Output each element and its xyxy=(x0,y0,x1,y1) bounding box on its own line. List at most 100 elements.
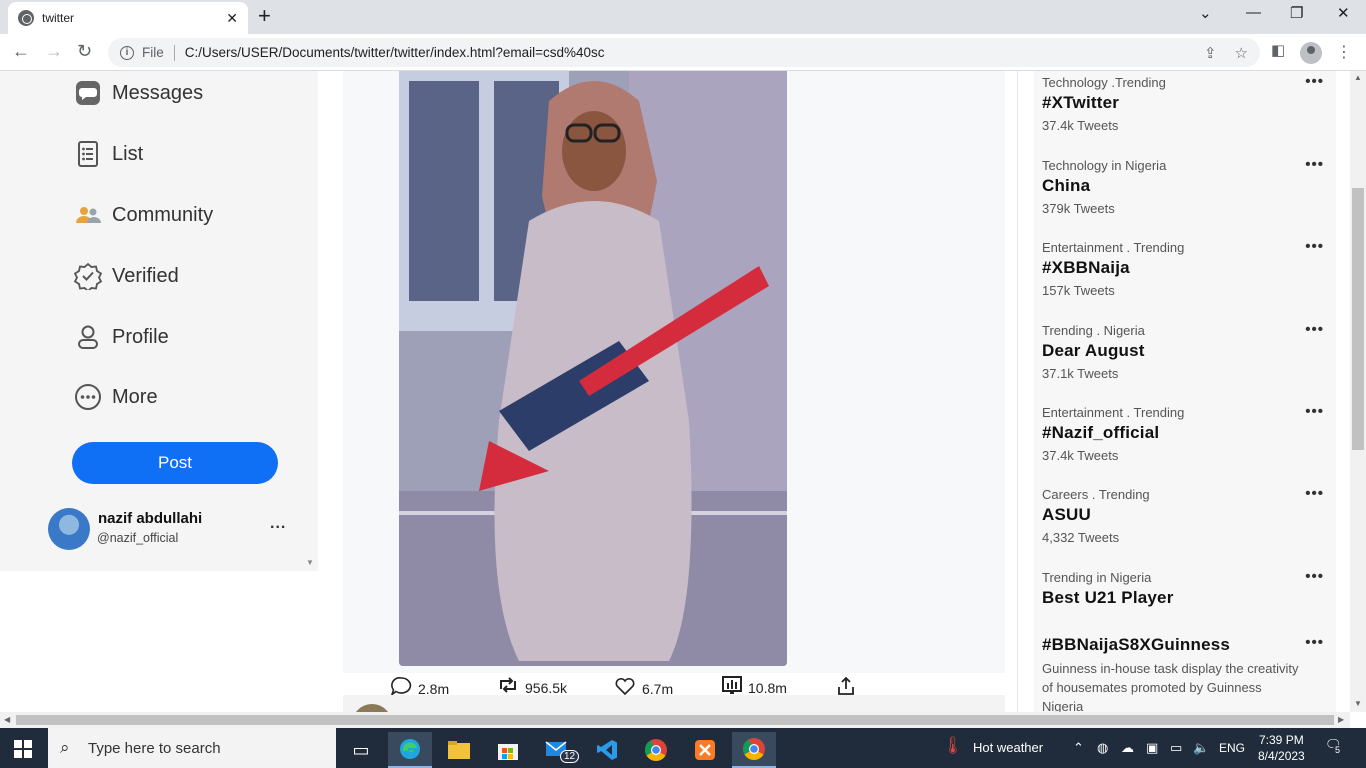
trend-more-icon[interactable]: ••• xyxy=(1305,238,1324,255)
task-view-icon[interactable]: ▭ xyxy=(339,732,383,768)
windows-start-icon[interactable] xyxy=(14,740,32,758)
file-explorer-icon[interactable] xyxy=(437,732,481,768)
vertical-scroll-thumb[interactable] xyxy=(1352,188,1364,450)
notification-icon[interactable]: 🗨 5 xyxy=(1325,737,1343,755)
vertical-scrollbar[interactable]: ▲ ▼ xyxy=(1350,71,1366,712)
retweet-count: 956.5k xyxy=(525,679,568,696)
trend-category: Technology in Nigeria xyxy=(1042,158,1167,173)
url-text[interactable]: C:/Users/USER/Documents/twitter/twitter/… xyxy=(185,45,605,60)
sidebar-item-verified[interactable]: Verified xyxy=(74,262,179,290)
chevron-up-icon[interactable]: ⌃ xyxy=(1073,740,1084,756)
tab-search-icon[interactable]: ⌄ xyxy=(1199,4,1212,22)
scroll-down-arrow-icon[interactable]: ▼ xyxy=(306,558,314,567)
taskbar-search-input[interactable]: ⌕ Type here to search xyxy=(48,728,336,768)
mail-badge: 12 xyxy=(560,750,580,763)
browser-menu-icon[interactable]: ⋮ xyxy=(1336,42,1352,62)
network-globe-icon[interactable]: ◍ xyxy=(1097,740,1108,756)
info-icon[interactable]: i xyxy=(120,45,134,60)
community-icon xyxy=(74,201,102,229)
horizontal-scroll-thumb[interactable] xyxy=(16,715,1334,725)
trend-count: 37.4k Tweets xyxy=(1042,448,1119,463)
close-tab-icon[interactable]: ✕ xyxy=(226,10,238,27)
scroll-right-arrow-icon[interactable]: ▶ xyxy=(1338,715,1344,724)
restore-icon[interactable]: ❐ xyxy=(1290,4,1303,22)
trend-item[interactable]: Trending . Nigeria Dear August 37.1k Twe… xyxy=(1042,321,1332,381)
trend-name: ASUU xyxy=(1042,505,1091,524)
minimize-icon[interactable]: — xyxy=(1246,4,1261,21)
new-tab-icon[interactable]: + xyxy=(258,5,271,27)
trend-count: 379k Tweets xyxy=(1042,201,1115,216)
share-icon[interactable]: ⇪ xyxy=(1204,44,1217,62)
sidebar-item-label: Verified xyxy=(112,264,179,287)
device-icon[interactable]: ▣ xyxy=(1146,740,1158,756)
avatar[interactable] xyxy=(48,508,90,550)
trend-more-icon[interactable]: ••• xyxy=(1305,321,1324,338)
browser-profile-icon[interactable] xyxy=(1300,42,1322,64)
user-name: nazif abdullahi xyxy=(98,510,203,527)
account-more-icon[interactable]: ... xyxy=(270,515,286,533)
trend-name: #XTwitter xyxy=(1042,93,1120,112)
page-viewport: Messages List Community Verified Profile… xyxy=(0,71,1350,712)
trend-more-icon[interactable]: ••• xyxy=(1305,73,1324,90)
trend-item[interactable]: Trending in Nigeria Best U21 Player ••• xyxy=(1042,568,1332,608)
sidebar-item-more[interactable]: More xyxy=(74,383,158,411)
search-icon: ⌕ xyxy=(60,738,70,757)
sidebar-item-profile[interactable]: Profile xyxy=(74,323,169,351)
tweet-image[interactable] xyxy=(399,71,787,666)
weather-label[interactable]: Hot weather xyxy=(973,740,1043,755)
address-bar[interactable]: i File C:/Users/USER/Documents/twitter/t… xyxy=(108,38,1260,67)
store-icon[interactable] xyxy=(486,732,530,768)
trend-item[interactable]: Entertainment . Trending #Nazif_official… xyxy=(1042,403,1332,463)
battery-icon[interactable]: ▭ xyxy=(1170,740,1182,756)
trend-item[interactable]: Technology .Trending #XTwitter 37.4k Twe… xyxy=(1042,73,1332,133)
browser-tab[interactable]: twitter ✕ xyxy=(8,2,248,34)
mail-icon[interactable]: 12 xyxy=(536,732,580,768)
language-indicator[interactable]: ENG xyxy=(1219,741,1245,755)
edge-icon[interactable] xyxy=(388,732,432,768)
trend-more-icon[interactable]: ••• xyxy=(1305,634,1324,651)
scroll-left-arrow-icon[interactable]: ◀ xyxy=(4,715,10,724)
horizontal-scrollbar[interactable]: ◀ ▶ xyxy=(0,712,1350,728)
trend-item[interactable]: Entertainment . Trending #XBBNaija 157k … xyxy=(1042,238,1332,298)
trend-category: Trending . Nigeria xyxy=(1042,323,1145,338)
trend-more-icon[interactable]: ••• xyxy=(1305,485,1324,502)
trend-category: Technology .Trending xyxy=(1042,75,1166,90)
chrome-icon[interactable] xyxy=(634,732,678,768)
trend-name: Best U21 Player xyxy=(1042,588,1174,607)
reload-icon[interactable]: ↻ xyxy=(77,41,92,61)
trend-more-icon[interactable]: ••• xyxy=(1305,568,1324,585)
clock-time: 7:39 PM xyxy=(1259,733,1304,747)
sidebar-scrollbar[interactable] xyxy=(303,71,318,571)
bookmark-star-icon[interactable]: ☆ xyxy=(1235,44,1248,62)
vscode-icon[interactable] xyxy=(585,732,629,768)
trend-item[interactable]: Technology in Nigeria China 379k Tweets … xyxy=(1042,156,1332,216)
volume-icon[interactable]: 🔈 xyxy=(1193,740,1209,756)
sidebar-item-list[interactable]: List xyxy=(74,140,143,168)
list-icon xyxy=(74,140,102,168)
scroll-down-arrow-icon[interactable]: ▼ xyxy=(1354,699,1362,708)
trend-item[interactable]: #BBNaijaS8XGuinness Guinness in-house ta… xyxy=(1042,632,1332,712)
xampp-icon[interactable] xyxy=(683,732,727,768)
side-panel-icon[interactable]: ◧ xyxy=(1271,41,1285,61)
trend-name: #Nazif_official xyxy=(1042,423,1160,442)
scroll-up-arrow-icon[interactable]: ▲ xyxy=(1354,73,1362,82)
sidebar-item-messages[interactable]: Messages xyxy=(74,79,203,107)
post-button[interactable]: Post xyxy=(72,442,278,484)
trend-category: Careers . Trending xyxy=(1042,487,1150,502)
trend-name: Dear August xyxy=(1042,341,1145,360)
next-tweet-header[interactable] xyxy=(343,695,1005,712)
back-icon[interactable]: ← xyxy=(12,41,30,61)
trend-item[interactable]: Careers . Trending ASUU 4,332 Tweets ••• xyxy=(1042,485,1332,545)
window-close-icon[interactable]: ✕ xyxy=(1337,4,1350,22)
sidebar-item-community[interactable]: Community xyxy=(74,201,213,229)
forward-icon[interactable]: → xyxy=(45,41,63,61)
cloud-icon[interactable]: ☁ xyxy=(1121,740,1134,756)
browser-tabbar: twitter ✕ + ⌄ — ❐ ✕ xyxy=(0,0,1366,34)
clock[interactable]: 7:39 PM 8/4/2023 xyxy=(1258,732,1305,764)
chrome-active-icon[interactable] xyxy=(732,732,776,768)
omnibox-divider xyxy=(173,44,175,61)
trend-count: 4,332 Tweets xyxy=(1042,530,1120,545)
trend-count: 37.1k Tweets xyxy=(1042,366,1119,381)
trend-more-icon[interactable]: ••• xyxy=(1305,403,1324,420)
trend-more-icon[interactable]: ••• xyxy=(1305,156,1324,173)
